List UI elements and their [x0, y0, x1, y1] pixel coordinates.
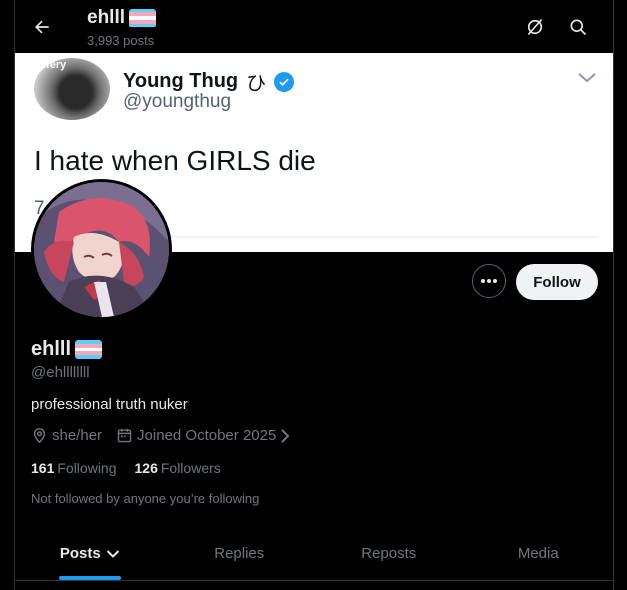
- calendar-icon: [117, 428, 132, 443]
- grok-icon: [527, 18, 543, 36]
- profile-column: ehlll 3,993 posts ifery Young Thug ひ @yo…: [15, 0, 613, 590]
- tab-posts[interactable]: Posts: [15, 527, 165, 580]
- banner-name-glyph: ひ: [246, 73, 267, 95]
- profile-avatar[interactable]: [31, 179, 172, 320]
- profile-header-bar: ehlll 3,993 posts: [15, 0, 613, 53]
- joined-item[interactable]: Joined October 2025: [116, 427, 290, 444]
- profile-meta: she/her Joined October 2025: [31, 427, 304, 444]
- follow-button[interactable]: Follow: [516, 264, 598, 300]
- trans-flag-emoji: [75, 340, 103, 359]
- chevron-right-icon: [281, 428, 290, 443]
- header-display-name: ehlll: [87, 7, 157, 29]
- tab-media[interactable]: Media: [464, 527, 614, 580]
- profile-stats: 161 Following 126 Followers: [31, 460, 221, 476]
- tab-reposts[interactable]: Reposts: [314, 527, 464, 580]
- profile-bio: professional truth nuker: [31, 396, 188, 413]
- chevron-down-icon: [106, 549, 119, 558]
- search-button[interactable]: [566, 15, 590, 39]
- banner-tweet-text: I hate when GIRLS die: [34, 145, 316, 176]
- header-post-count: 3,993 posts: [87, 33, 155, 48]
- profile-tabs: Posts Replies Reposts Media: [15, 527, 613, 580]
- avatar-image: [34, 182, 169, 317]
- followers-link[interactable]: 126 Followers: [135, 460, 221, 476]
- trans-flag-emoji: [129, 8, 157, 28]
- left-gutter: [0, 0, 15, 590]
- following-link[interactable]: 161 Following: [31, 460, 117, 476]
- chevron-down-icon: [577, 71, 597, 89]
- tabs-divider: [15, 580, 613, 581]
- profile-handle: @ehllllllll: [31, 364, 90, 381]
- verified-badge-icon: [274, 71, 295, 92]
- tab-replies[interactable]: Replies: [165, 527, 315, 580]
- banner-avatar-tag: ifery: [43, 59, 67, 71]
- grok-button[interactable]: [523, 15, 547, 39]
- more-options-button[interactable]: [472, 264, 506, 298]
- more-dots-icon: [481, 279, 497, 283]
- profile-display-name: ehlll: [31, 338, 103, 361]
- followed-by-note: Not followed by anyone you’re following: [31, 491, 260, 506]
- banner-tweet-handle: @youngthug: [123, 91, 232, 112]
- right-gutter: [613, 0, 627, 590]
- location-pin-icon: [33, 428, 46, 444]
- avatar-illustration: [34, 182, 169, 317]
- location-item: she/her: [31, 427, 102, 444]
- back-button[interactable]: [29, 14, 55, 40]
- search-icon: [570, 19, 587, 36]
- back-arrow-icon: [35, 20, 49, 34]
